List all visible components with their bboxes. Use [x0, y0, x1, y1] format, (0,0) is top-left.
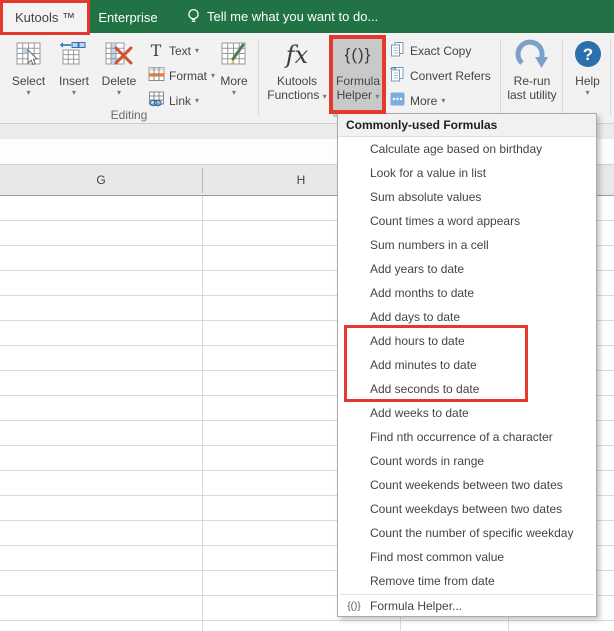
delete-label: Delete	[101, 74, 137, 88]
more-dropdown-button[interactable]: More ▾	[388, 88, 500, 113]
menu-item[interactable]: Count the number of specific weekday	[338, 521, 596, 545]
more-button[interactable]: More ▾	[213, 36, 255, 117]
delete-caret-icon: ▾	[116, 88, 121, 97]
group-divider	[258, 39, 259, 115]
formula-helper-button[interactable]: {()} Formula Helper ▾	[333, 36, 383, 117]
lightbulb-icon	[188, 8, 199, 22]
editing-group-label: Editing	[110, 108, 148, 122]
svg-text:?: ?	[582, 45, 592, 64]
help-button[interactable]: ? Help ▾	[566, 36, 609, 117]
delete-table-icon	[103, 36, 135, 74]
tell-me-box[interactable]: Tell me what you want to do...	[186, 0, 378, 33]
menu-item[interactable]: Remove time from date	[338, 569, 596, 593]
menu-item[interactable]: Add months to date	[338, 281, 596, 305]
kutools-functions-label-2: Functions ▾	[267, 88, 327, 102]
more-table-icon	[219, 36, 249, 74]
menu-item[interactable]: Add years to date	[338, 257, 596, 281]
menu-item[interactable]: Count words in range	[338, 449, 596, 473]
formula-helper-caret-icon: ▾	[375, 92, 380, 101]
formula-helper-dropdown-menu: Commonly-used Formulas Calculate age bas…	[337, 113, 597, 617]
format-button[interactable]: Format ▾	[147, 63, 217, 88]
copy-tools-group: Exact Copy Convert Refers More ▾	[388, 38, 500, 113]
menu-item[interactable]: Look for a value in list	[338, 161, 596, 185]
rerun-last-utility-button[interactable]: Re-run last utility	[503, 36, 561, 117]
menu-item-formula-helper[interactable]: {()} Formula Helper...	[338, 596, 596, 617]
column-header-g[interactable]: G	[0, 165, 202, 195]
menu-item[interactable]: Sum absolute values	[338, 185, 596, 209]
menu-footer-label: Formula Helper...	[370, 599, 463, 613]
menu-item[interactable]: Add minutes to date	[338, 353, 596, 377]
excel-window: G H Kutools ™ Enterprise Tell me what yo…	[0, 0, 614, 631]
more-dots-icon	[388, 92, 406, 109]
link-label: Link	[169, 93, 192, 108]
formula-helper-icon: {()}	[344, 45, 372, 64]
menu-item[interactable]: Count weekdays between two dates	[338, 497, 596, 521]
group-divider	[500, 39, 501, 115]
ribbon-tab-bar: Kutools ™ Enterprise Tell me what you wa…	[0, 0, 614, 33]
more-caret-icon: ▾	[231, 88, 236, 97]
kutools-functions-label-1: Kutools	[276, 74, 318, 88]
menu-item[interactable]: Add seconds to date	[338, 377, 596, 401]
column-header-divider	[202, 168, 203, 193]
insert-table-icon	[59, 36, 89, 74]
kutools-functions-caret-icon: ▾	[322, 92, 327, 101]
menu-separator	[340, 594, 594, 595]
curly-brackets-icon: {()}	[347, 601, 361, 612]
tell-me-label: Tell me what you want to do...	[207, 9, 379, 24]
group-divider	[610, 39, 611, 115]
formula-helper-label-2: Helper ▾	[336, 88, 380, 102]
ribbon: Select ▾ Insert ▾ Delete ▾ T Text ▾ Form…	[0, 33, 614, 124]
convert-refers-icon	[388, 66, 406, 86]
insert-label: Insert	[58, 74, 89, 88]
exact-copy-label: Exact Copy	[410, 43, 472, 58]
insert-button[interactable]: Insert ▾	[52, 36, 96, 117]
insert-caret-icon: ▾	[71, 88, 76, 97]
formula-menu-items: Calculate age based on birthday Look for …	[338, 137, 596, 593]
help-label: Help	[575, 74, 600, 88]
text-button[interactable]: T Text ▾	[147, 38, 217, 63]
gridline-vertical	[202, 196, 203, 631]
menu-item[interactable]: Add days to date	[338, 305, 596, 329]
menu-section-header: Commonly-used Formulas	[338, 114, 596, 137]
fx-icon: fx	[285, 41, 309, 69]
tab-kutools[interactable]: Kutools ™	[3, 2, 87, 33]
menu-item[interactable]: Find most common value	[338, 545, 596, 569]
exact-copy-button[interactable]: Exact Copy	[388, 38, 500, 63]
convert-refers-label: Convert Refers	[410, 68, 491, 83]
select-button[interactable]: Select ▾	[6, 36, 51, 117]
menu-item[interactable]: Count times a word appears	[338, 209, 596, 233]
group-divider	[562, 39, 563, 115]
menu-item[interactable]: Sum numbers in a cell	[338, 233, 596, 257]
rerun-label-1: Re-run	[513, 74, 551, 88]
menu-item[interactable]: Count weekends between two dates	[338, 473, 596, 497]
menu-item[interactable]: Add weeks to date	[338, 401, 596, 425]
kutools-functions-button[interactable]: fx Kutools Functions ▾	[263, 36, 331, 117]
select-table-icon	[14, 36, 44, 74]
more2-label: More	[410, 93, 438, 108]
more-label: More	[220, 74, 248, 88]
convert-refers-button[interactable]: Convert Refers	[388, 63, 500, 88]
menu-item[interactable]: Find nth occurrence of a character	[338, 425, 596, 449]
menu-item[interactable]: Add hours to date	[338, 329, 596, 353]
text-icon: T	[150, 41, 162, 60]
help-icon: ?	[573, 36, 603, 74]
more2-caret-icon: ▾	[441, 96, 446, 105]
formula-helper-label-1: Formula	[335, 74, 380, 88]
text-label: Text	[169, 43, 192, 58]
text-caret-icon: ▾	[195, 46, 200, 55]
tab-enterprise[interactable]: Enterprise	[92, 2, 164, 33]
format-label: Format	[169, 68, 208, 83]
help-caret-icon: ▾	[585, 88, 590, 97]
exact-copy-icon	[388, 41, 406, 61]
text-format-link-group: T Text ▾ Format ▾ Link ▾	[147, 38, 217, 113]
delete-button[interactable]: Delete ▾	[96, 36, 142, 117]
link-caret-icon: ▾	[195, 96, 200, 105]
rerun-arrow-icon	[514, 36, 550, 74]
select-caret-icon: ▾	[26, 88, 31, 97]
select-label: Select	[11, 74, 46, 88]
format-icon	[147, 66, 165, 85]
rerun-label-2: last utility	[507, 88, 557, 102]
menu-item[interactable]: Calculate age based on birthday	[338, 137, 596, 161]
